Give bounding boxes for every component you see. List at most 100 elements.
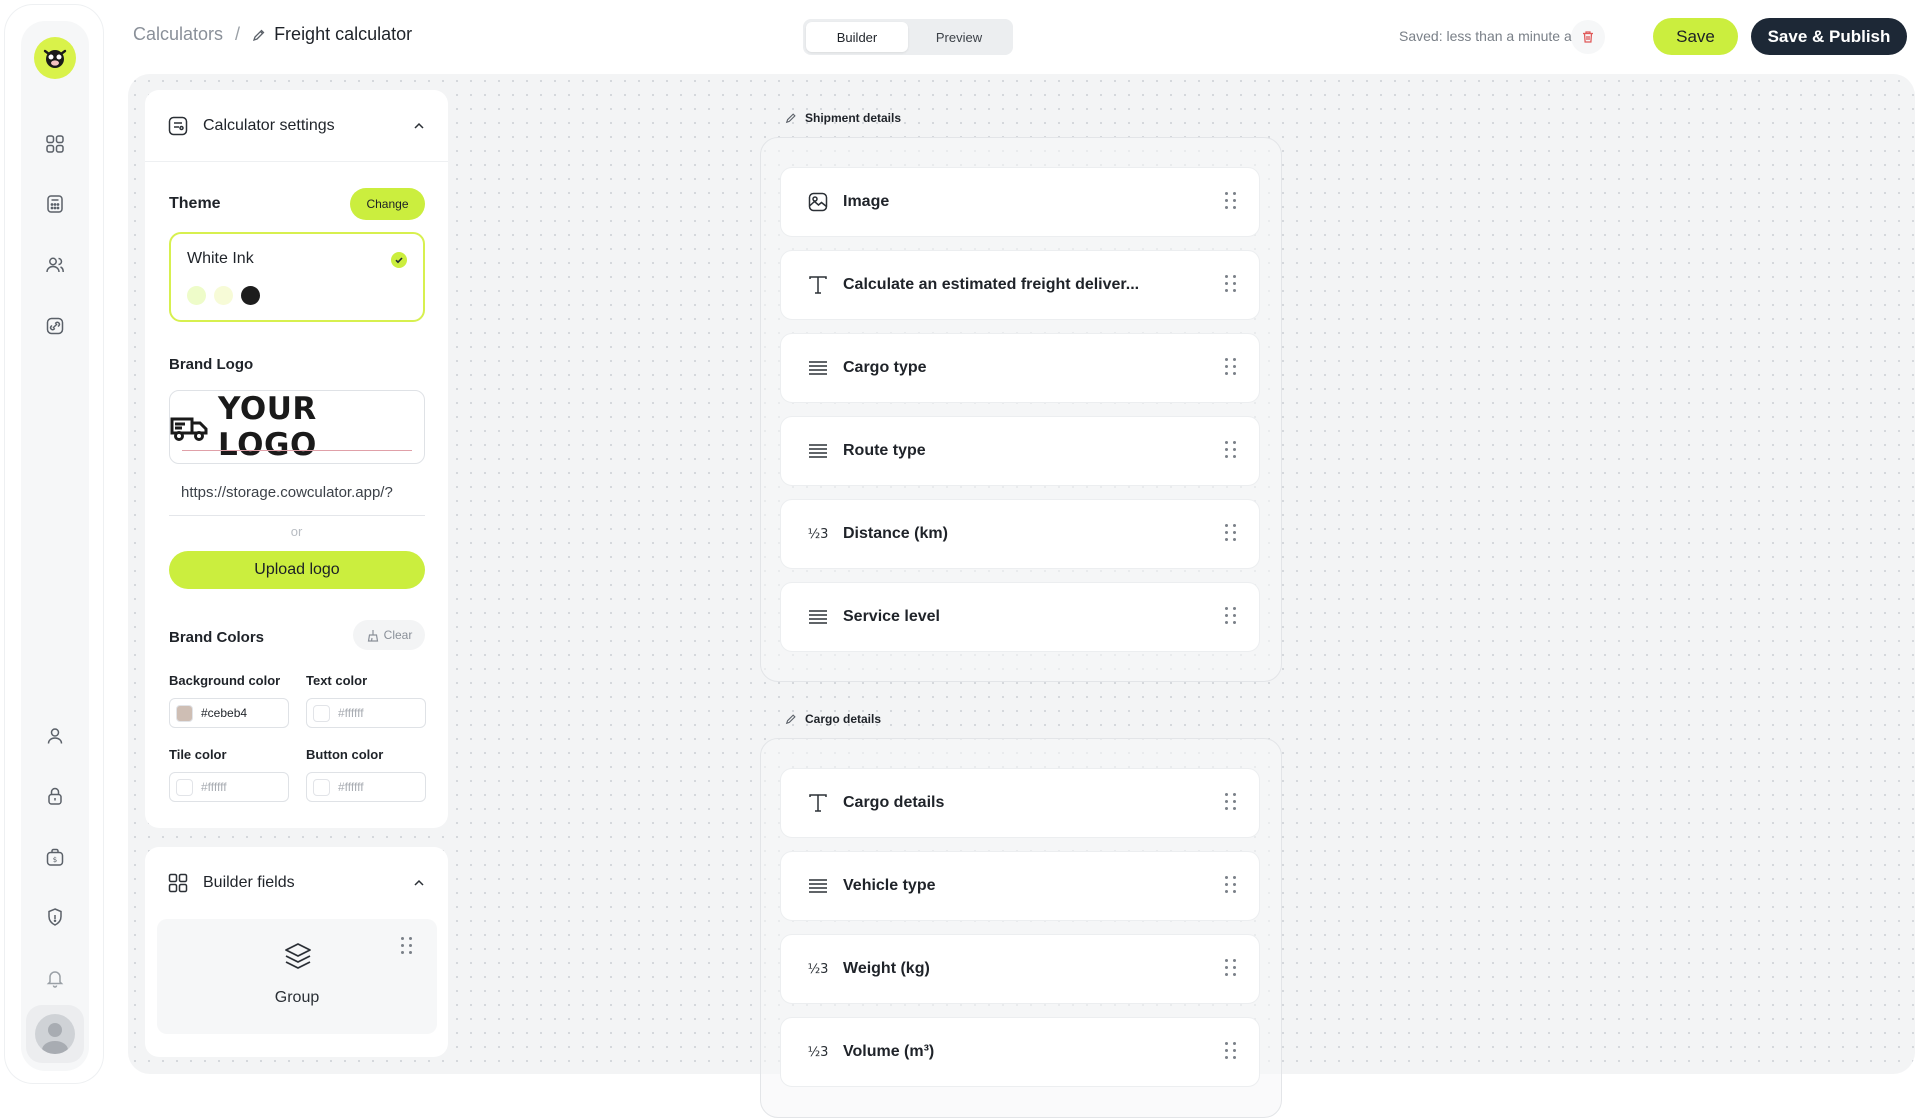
drag-handle-icon[interactable] (1225, 793, 1237, 813)
brand-logo-label: Brand Logo (169, 356, 254, 373)
chevron-up-icon[interactable] (412, 876, 426, 890)
logo-text: YOUR LOGO (218, 391, 317, 463)
calculator-icon[interactable] (40, 189, 70, 219)
tile-color-field[interactable]: #ffffff (169, 772, 289, 802)
drag-handle-icon[interactable] (1225, 441, 1237, 461)
page-title[interactable]: Freight calculator (252, 24, 412, 45)
field-volume[interactable]: ½3 Volume (m³) (780, 1017, 1260, 1087)
field-label: Service level (843, 608, 940, 625)
edit-icon (785, 112, 797, 124)
billing-icon[interactable]: $ (40, 842, 70, 872)
section-title-shipment[interactable]: Shipment details (785, 111, 901, 125)
layers-icon (283, 941, 313, 971)
background-color-field[interactable]: #cebeb4 (169, 698, 289, 728)
section-shipment-details: Image Calculate an estimated freight del… (760, 137, 1282, 682)
drag-handle-icon[interactable] (1225, 358, 1237, 378)
trash-icon (1580, 29, 1596, 45)
upload-logo-button[interactable]: Upload logo (169, 551, 425, 589)
calculator-settings-panel: Calculator settings Theme Change White I… (145, 90, 448, 828)
check-icon (391, 252, 407, 268)
builder-fields-header[interactable]: Builder fields (145, 847, 448, 919)
field-label: Cargo details (843, 794, 945, 811)
tab-preview[interactable]: Preview (908, 22, 1010, 52)
logo-preview[interactable]: YOUR LOGO (169, 390, 425, 464)
field-intro-text[interactable]: Calculate an estimated freight deliver..… (780, 250, 1260, 320)
tab-builder[interactable]: Builder (806, 22, 908, 52)
drag-handle-icon[interactable] (1225, 192, 1237, 212)
mode-toggle: Builder Preview (803, 19, 1013, 55)
drag-handle-icon[interactable] (401, 937, 413, 957)
group-label: Group (274, 989, 320, 1006)
drag-handle-icon[interactable] (1225, 275, 1237, 295)
chevron-up-icon[interactable] (412, 119, 426, 133)
breadcrumb: Calculators / Freight calculator (133, 24, 412, 45)
drag-handle-icon[interactable] (1225, 959, 1237, 979)
text-color-field[interactable]: #ffffff (306, 698, 426, 728)
shield-icon[interactable] (40, 902, 70, 932)
field-label: Volume (m³) (843, 1043, 935, 1060)
breadcrumb-separator: / (235, 24, 241, 44)
field-service-level[interactable]: Service level (780, 582, 1260, 652)
field-cargo-type[interactable]: Cargo type (780, 333, 1260, 403)
theme-swatch (187, 286, 206, 305)
calculator-settings-header[interactable]: Calculator settings (145, 90, 448, 162)
logo-url-input[interactable]: https://storage.cowculator.app/? (169, 474, 425, 516)
breadcrumb-calculators-link[interactable]: Calculators (133, 24, 223, 45)
top-bar: Calculators / Freight calculator Builder… (133, 0, 1920, 72)
drag-handle-icon[interactable] (1225, 1042, 1237, 1062)
broom-icon (366, 629, 379, 642)
page-title-text: Freight calculator (274, 24, 413, 44)
color-chip (313, 704, 330, 722)
number-icon: ½3 (807, 1044, 829, 1060)
users-icon[interactable] (40, 250, 70, 280)
text-color-label: Text color (306, 673, 368, 688)
field-label: Calculate an estimated freight deliver..… (843, 276, 1140, 293)
logo-underline (182, 450, 412, 451)
color-chip (176, 704, 193, 722)
field-vehicle-type[interactable]: Vehicle type (780, 851, 1260, 921)
saved-status: Saved: less than a minute ago (1399, 28, 1588, 44)
button-color-field[interactable]: #ffffff (306, 772, 426, 802)
field-label: Distance (km) (843, 525, 948, 542)
calculator-settings-title: Calculator settings (203, 116, 335, 134)
section-title-text: Shipment details (805, 111, 902, 125)
section-title-text: Cargo details (805, 712, 882, 726)
save-button[interactable]: Save (1653, 18, 1738, 55)
builder-fields-title: Builder fields (203, 874, 295, 891)
theme-swatch (214, 286, 233, 305)
section-title-cargo[interactable]: Cargo details (785, 712, 881, 726)
text-color-value: #ffffff (338, 706, 364, 720)
dashboard-icon[interactable] (40, 129, 70, 159)
drag-handle-icon[interactable] (1225, 607, 1237, 627)
delete-button[interactable] (1571, 20, 1605, 54)
drag-handle-icon[interactable] (1225, 524, 1237, 544)
field-cargo-details[interactable]: Cargo details (780, 768, 1260, 838)
lock-icon[interactable] (40, 781, 70, 811)
text-icon (807, 274, 829, 296)
integrations-icon[interactable] (40, 311, 70, 341)
left-rail: $ (5, 5, 103, 1083)
field-label: Route type (843, 442, 926, 459)
svg-text:$: $ (53, 856, 57, 864)
group-field-card[interactable]: Group (157, 919, 437, 1034)
brand-colors-label: Brand Colors (169, 629, 265, 646)
settings-panel-icon (167, 115, 189, 137)
user-avatar[interactable] (26, 1005, 84, 1063)
field-weight[interactable]: ½3 Weight (kg) (780, 934, 1260, 1004)
clear-colors-button[interactable]: Clear (353, 620, 425, 650)
field-distance[interactable]: ½3 Distance (km) (780, 499, 1260, 569)
image-icon (807, 191, 829, 213)
field-route-type[interactable]: Route type (780, 416, 1260, 486)
profile-icon[interactable] (40, 721, 70, 751)
color-chip (313, 778, 330, 796)
app-logo-icon[interactable] (34, 37, 76, 79)
field-image[interactable]: Image (780, 167, 1260, 237)
builder-fields-panel: Builder fields Group (145, 847, 448, 1057)
background-color-value: #cebeb4 (201, 706, 248, 720)
theme-label: Theme (169, 195, 221, 212)
bell-icon[interactable] (40, 963, 70, 993)
change-theme-button[interactable]: Change (350, 188, 425, 220)
save-and-publish-button[interactable]: Save & Publish (1751, 18, 1907, 55)
theme-card[interactable]: White Ink (169, 232, 425, 322)
drag-handle-icon[interactable] (1225, 876, 1237, 896)
